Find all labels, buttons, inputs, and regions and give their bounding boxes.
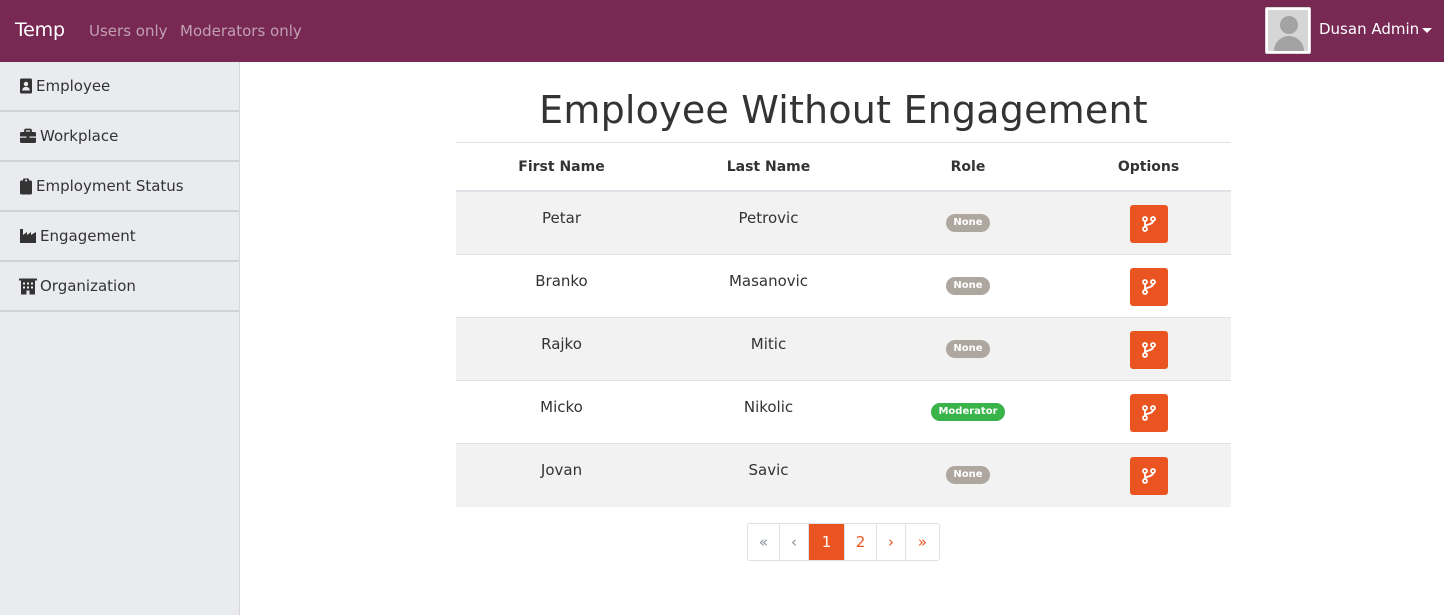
caret-down-icon[interactable] xyxy=(1422,28,1432,33)
avatar-body-icon xyxy=(1274,36,1304,51)
table-row: Petar Petrovic None xyxy=(456,192,1231,255)
sidebar-item-workplace[interactable]: Workplace xyxy=(0,112,239,162)
sidebar-item-engagement[interactable]: Engagement xyxy=(0,212,239,262)
engage-button[interactable] xyxy=(1129,331,1168,369)
column-header-last-name: Last Name xyxy=(726,158,811,175)
engage-button[interactable] xyxy=(1129,268,1168,306)
sidebar-item-label: Employment Status xyxy=(36,177,184,195)
engage-button[interactable] xyxy=(1129,205,1168,243)
sidebar-item-label: Employee xyxy=(36,77,111,95)
building-icon xyxy=(19,278,37,294)
pagination: « ‹ 1 2 › » xyxy=(747,523,940,561)
role-badge: None xyxy=(946,466,990,484)
industry-icon xyxy=(20,229,36,243)
page-1-button[interactable]: 1 xyxy=(809,524,845,560)
table-row: Jovan Savic None xyxy=(456,444,1231,507)
code-branch-icon xyxy=(1141,468,1156,484)
column-header-first-name: First Name xyxy=(518,158,605,175)
address-card-icon xyxy=(20,78,32,94)
page-prev-button[interactable]: ‹ xyxy=(780,524,809,560)
cell-last-name: Petrovic xyxy=(738,209,799,227)
sidebar-item-label: Organization xyxy=(40,277,136,295)
cell-last-name: Masanovic xyxy=(728,272,809,290)
top-navbar: Temp Users only Moderators only Dusan Ad… xyxy=(0,0,1444,62)
column-header-role: Role xyxy=(950,158,986,175)
clipboard-icon xyxy=(20,178,32,194)
page-last-button[interactable]: » xyxy=(906,524,939,560)
role-badge: None xyxy=(946,340,990,358)
page-2-button[interactable]: 2 xyxy=(845,524,877,560)
cell-last-name: Savic xyxy=(748,461,789,479)
code-branch-icon xyxy=(1141,405,1156,421)
table-header: First Name Last Name Role Options xyxy=(456,142,1231,192)
employees-table: First Name Last Name Role Options Petar … xyxy=(456,142,1231,507)
table-row: Branko Masanovic None xyxy=(456,255,1231,318)
engage-button[interactable] xyxy=(1129,394,1168,432)
sidebar-item-employee[interactable]: Employee xyxy=(0,62,239,112)
table-row: Rajko Mitic None xyxy=(456,318,1231,381)
cell-first-name: Rajko xyxy=(541,335,582,353)
brand-link[interactable]: Temp xyxy=(15,19,65,41)
page-title: Employee Without Engagement xyxy=(539,88,1148,132)
sidebar-item-label: Workplace xyxy=(40,127,119,145)
role-badge: Moderator xyxy=(931,403,1005,421)
code-branch-icon xyxy=(1141,279,1156,295)
briefcase-icon xyxy=(20,128,36,143)
role-badge: None xyxy=(946,277,990,295)
table-row: Micko Nikolic Moderator xyxy=(456,381,1231,444)
cell-last-name: Mitic xyxy=(750,335,787,353)
sidebar-item-label: Engagement xyxy=(40,227,136,245)
sidebar-item-organization[interactable]: Organization xyxy=(0,262,239,312)
cell-first-name: Branko xyxy=(535,272,588,290)
code-branch-icon xyxy=(1141,342,1156,358)
sidebar-item-employment-status[interactable]: Employment Status xyxy=(0,162,239,212)
user-menu-toggle[interactable]: Dusan Admin xyxy=(1319,20,1419,38)
avatar-head-icon xyxy=(1280,16,1298,34)
engage-button[interactable] xyxy=(1129,457,1168,495)
cell-first-name: Jovan xyxy=(540,461,583,479)
cell-last-name: Nikolic xyxy=(743,398,794,416)
code-branch-icon xyxy=(1141,216,1156,232)
nav-link-moderators-only[interactable]: Moderators only xyxy=(180,22,302,40)
role-badge: None xyxy=(946,214,990,232)
page-first-button[interactable]: « xyxy=(748,524,780,560)
cell-first-name: Micko xyxy=(540,398,583,416)
page-next-button[interactable]: › xyxy=(877,524,906,560)
sidebar: Employee Workplace Employment Status Eng… xyxy=(0,62,240,615)
user-avatar[interactable] xyxy=(1265,7,1311,54)
nav-link-users-only[interactable]: Users only xyxy=(89,22,168,40)
cell-first-name: Petar xyxy=(542,209,581,227)
column-header-options: Options xyxy=(1117,158,1180,175)
